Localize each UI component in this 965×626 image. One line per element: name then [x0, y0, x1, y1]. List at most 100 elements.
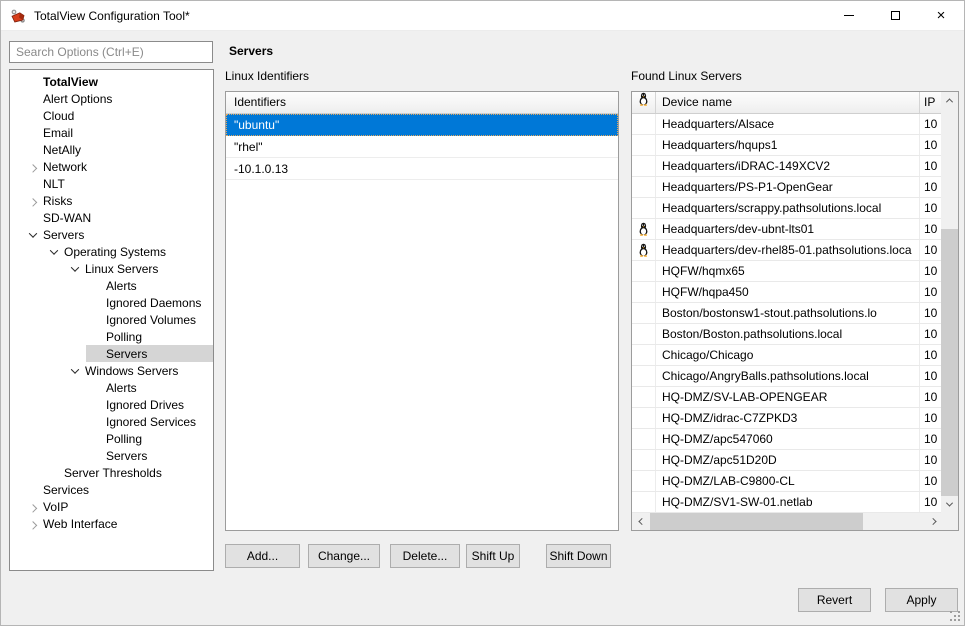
close-icon: × — [937, 8, 946, 23]
tree-item-nlt[interactable]: NLT — [10, 175, 213, 192]
tree-item-services[interactable]: Services — [10, 481, 213, 498]
empty-icon-cell — [632, 303, 656, 323]
chevron-down-icon[interactable] — [50, 246, 58, 254]
tree-item-totalview[interactable]: TotalView — [10, 73, 213, 90]
device-name-cell: HQ-DMZ/LAB-C9800-CL — [656, 471, 920, 491]
ip-cell: 10 — [920, 366, 941, 386]
chevron-right-icon[interactable] — [29, 164, 37, 172]
identifier-row[interactable]: "rhel" — [226, 136, 618, 158]
ip-cell: 10 — [920, 240, 941, 260]
empty-icon-cell — [632, 408, 656, 428]
revert-button[interactable]: Revert — [798, 588, 871, 612]
empty-icon-cell — [632, 345, 656, 365]
server-row[interactable]: Boston/bostonsw1-stout.pathsolutions.lo1… — [632, 303, 941, 324]
tree-item-ignored-volumes[interactable]: Ignored Volumes — [10, 311, 213, 328]
tree-item-netally[interactable]: NetAlly — [10, 141, 213, 158]
server-row[interactable]: Chicago/Chicago10 — [632, 345, 941, 366]
tree-item-alerts[interactable]: Alerts — [10, 379, 213, 396]
tree-item-linux-servers[interactable]: Linux Servers — [10, 260, 213, 277]
chevron-down-icon[interactable] — [71, 365, 79, 373]
chevron-down-icon[interactable] — [29, 229, 37, 237]
vertical-scrollbar[interactable] — [941, 92, 958, 513]
identifiers-column-header[interactable]: Identifiers — [226, 92, 618, 114]
chevron-left-icon — [638, 518, 645, 525]
server-row[interactable]: HQ-DMZ/LAB-C9800-CL10 — [632, 471, 941, 492]
device-name-cell: Headquarters/dev-rhel85-01.pathsolutions… — [656, 240, 920, 260]
scroll-down-button[interactable] — [941, 496, 958, 513]
tree-item-servers[interactable]: Servers — [10, 226, 213, 243]
search-input[interactable] — [9, 41, 213, 63]
horizontal-scrollbar-thumb[interactable] — [650, 513, 863, 530]
tree-item-alerts[interactable]: Alerts — [10, 277, 213, 294]
tree-item-voip[interactable]: VoIP — [10, 498, 213, 515]
scroll-left-button[interactable] — [632, 513, 649, 530]
tree-item-label: Polling — [106, 330, 148, 344]
server-row[interactable]: HQFW/hqmx6510 — [632, 261, 941, 282]
ip-cell: 10 — [920, 219, 941, 239]
chevron-down-icon[interactable] — [71, 263, 79, 271]
server-row[interactable]: Headquarters/PS-P1-OpenGear10 — [632, 177, 941, 198]
server-row[interactable]: HQ-DMZ/idrac-C7ZPKD310 — [632, 408, 941, 429]
delete-button[interactable]: Delete... — [390, 544, 460, 568]
ip-cell: 10 — [920, 156, 941, 176]
identifier-row[interactable]: "ubuntu" — [226, 114, 618, 136]
add-button[interactable]: Add... — [225, 544, 300, 568]
tree-item-sd-wan[interactable]: SD-WAN — [10, 209, 213, 226]
resize-grip-icon[interactable] — [950, 611, 960, 621]
ip-cell: 10 — [920, 345, 941, 365]
server-row[interactable]: Headquarters/dev-ubnt-lts0110 — [632, 219, 941, 240]
scroll-up-button[interactable] — [941, 92, 958, 109]
identifiers-section-label: Linux Identifiers — [225, 69, 309, 83]
tree-item-risks[interactable]: Risks — [10, 192, 213, 209]
empty-icon-cell — [632, 156, 656, 176]
server-row[interactable]: Headquarters/scrappy.pathsolutions.local… — [632, 198, 941, 219]
tree-item-ignored-daemons[interactable]: Ignored Daemons — [10, 294, 213, 311]
tree-item-operating-systems[interactable]: Operating Systems — [10, 243, 213, 260]
linux-penguin-icon — [632, 219, 656, 239]
empty-icon-cell — [632, 366, 656, 386]
tree-item-ignored-services[interactable]: Ignored Services — [10, 413, 213, 430]
change-button[interactable]: Change... — [308, 544, 380, 568]
server-row[interactable]: HQ-DMZ/apc54706010 — [632, 429, 941, 450]
tree-item-network[interactable]: Network — [10, 158, 213, 175]
tree-item-web-interface[interactable]: Web Interface — [10, 515, 213, 532]
server-row[interactable]: Headquarters/iDRAC-149XCV210 — [632, 156, 941, 177]
tree-item-polling[interactable]: Polling — [10, 430, 213, 447]
tree-item-polling[interactable]: Polling — [10, 328, 213, 345]
chevron-right-icon[interactable] — [29, 521, 37, 529]
server-row[interactable]: HQFW/hqpa45010 — [632, 282, 941, 303]
shift-up-button[interactable]: Shift Up — [466, 544, 520, 568]
tree-item-servers[interactable]: Servers — [10, 345, 213, 362]
tree-item-email[interactable]: Email — [10, 124, 213, 141]
minimize-button[interactable] — [826, 1, 872, 31]
tree-item-server-thresholds[interactable]: Server Thresholds — [10, 464, 213, 481]
tree-item-label: Web Interface — [43, 517, 123, 531]
device-name-cell: HQ-DMZ/apc51D20D — [656, 450, 920, 470]
tree-item-ignored-drives[interactable]: Ignored Drives — [10, 396, 213, 413]
server-row[interactable]: Headquarters/Alsace10 — [632, 114, 941, 135]
identifier-row[interactable]: -10.1.0.13 — [226, 158, 618, 180]
server-row[interactable]: HQ-DMZ/SV-LAB-OPENGEAR10 — [632, 387, 941, 408]
tux-column-header[interactable] — [632, 92, 656, 113]
maximize-button[interactable] — [872, 1, 918, 31]
device-name-column-header[interactable]: Device name — [656, 92, 920, 113]
apply-button[interactable]: Apply — [885, 588, 958, 612]
ip-column-header[interactable]: IP — [920, 92, 941, 113]
server-row[interactable]: Headquarters/hqups110 — [632, 135, 941, 156]
server-row[interactable]: HQ-DMZ/apc51D20D10 — [632, 450, 941, 471]
shift-down-button[interactable]: Shift Down — [546, 544, 611, 568]
tree-item-alert-options[interactable]: Alert Options — [10, 90, 213, 107]
empty-icon-cell — [632, 282, 656, 302]
tree-item-windows-servers[interactable]: Windows Servers — [10, 362, 213, 379]
tree-item-cloud[interactable]: Cloud — [10, 107, 213, 124]
server-row[interactable]: Boston/Boston.pathsolutions.local10 — [632, 324, 941, 345]
tree-item-servers[interactable]: Servers — [10, 447, 213, 464]
chevron-right-icon[interactable] — [29, 504, 37, 512]
server-row[interactable]: Headquarters/dev-rhel85-01.pathsolutions… — [632, 240, 941, 261]
server-row[interactable]: HQ-DMZ/SV1-SW-01.netlab10 — [632, 492, 941, 513]
close-button[interactable]: × — [918, 1, 964, 31]
vertical-scrollbar-thumb[interactable] — [941, 229, 958, 496]
server-row[interactable]: Chicago/AngryBalls.pathsolutions.local10 — [632, 366, 941, 387]
chevron-right-icon[interactable] — [29, 198, 37, 206]
horizontal-scrollbar[interactable] — [632, 513, 943, 530]
